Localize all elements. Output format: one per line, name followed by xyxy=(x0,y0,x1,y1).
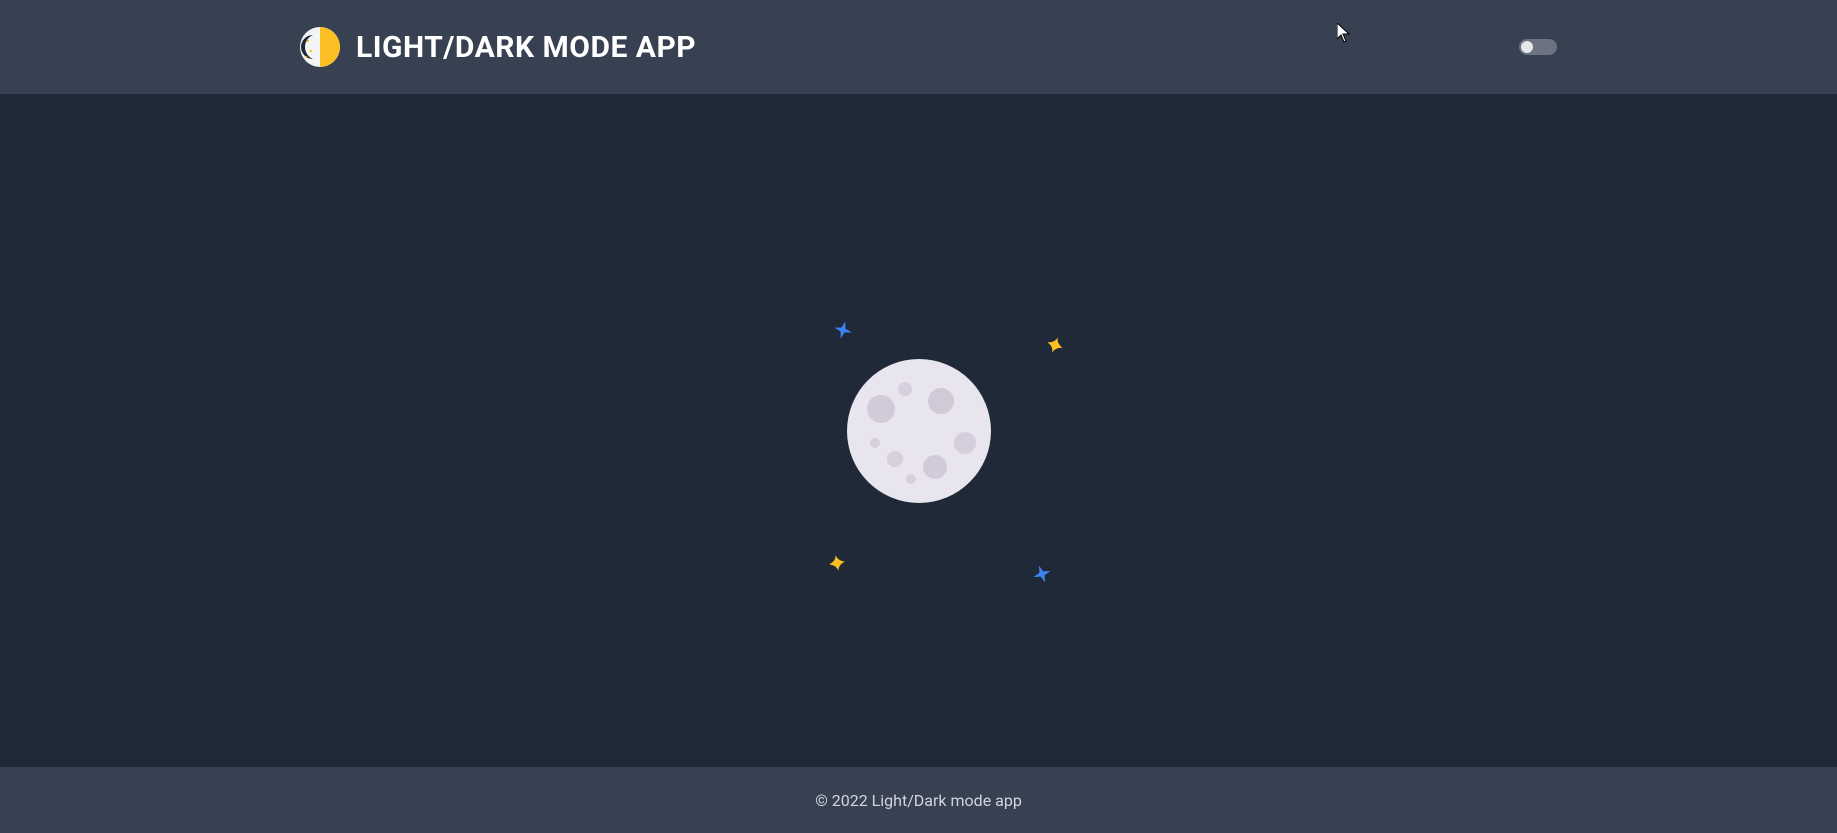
footer-copyright: © 2022 Light/Dark mode app xyxy=(815,791,1022,810)
theme-toggle[interactable] xyxy=(1519,39,1557,55)
header-left: LIGHT/DARK MODE APP xyxy=(300,27,696,67)
main-content xyxy=(0,94,1837,767)
star-icon xyxy=(829,555,845,571)
header: LIGHT/DARK MODE APP xyxy=(0,0,1837,94)
star-icon xyxy=(834,321,852,339)
moon-illustration xyxy=(819,331,1019,531)
footer: © 2022 Light/Dark mode app xyxy=(0,767,1837,833)
moon-icon xyxy=(847,359,991,503)
toggle-knob xyxy=(1521,41,1533,53)
app-logo-icon xyxy=(300,27,340,67)
star-icon xyxy=(1047,337,1063,353)
app-title: LIGHT/DARK MODE APP xyxy=(356,30,696,65)
star-icon xyxy=(1033,565,1051,583)
